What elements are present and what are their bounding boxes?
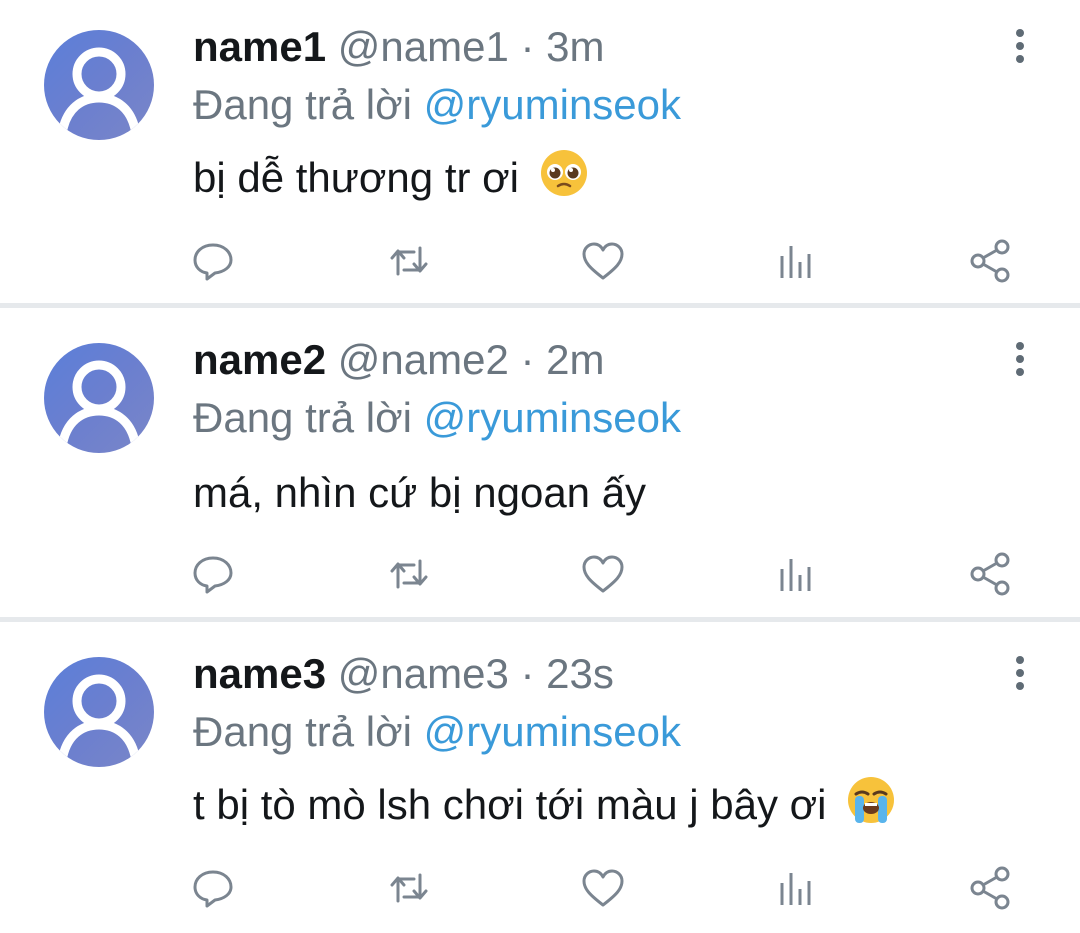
retweet-button[interactable]: [384, 863, 434, 913]
analytics-button[interactable]: [772, 236, 822, 286]
mention-link[interactable]: @ryuminseok: [424, 81, 681, 128]
tweet-text-body: má, nhìn cứ bị ngoan ấy: [193, 469, 647, 516]
retweet-icon: [390, 873, 428, 903]
default-avatar-icon: [57, 674, 141, 762]
retweet-button[interactable]: [384, 236, 434, 286]
user-handle[interactable]: @name2: [338, 336, 509, 383]
avatar[interactable]: [44, 30, 154, 140]
tweet-actions: [0, 863, 1080, 913]
tweet[interactable]: name1 @name1 · 3m Đang trả lời @ryuminse…: [0, 0, 1080, 305]
tweet-header: name1 @name1 · 3m: [193, 22, 605, 72]
retweet-icon: [390, 559, 428, 589]
more-options-button[interactable]: [1004, 653, 1036, 693]
mention-link[interactable]: @ryuminseok: [424, 394, 681, 441]
reply-icon: [193, 243, 233, 281]
reply-icon: [193, 870, 233, 908]
tweet[interactable]: name2 @name2 · 2m Đang trả lời @ryuminse…: [0, 313, 1080, 618]
replying-to-label: Đang trả lời: [193, 394, 412, 441]
user-handle[interactable]: @name3: [338, 650, 509, 697]
avatar[interactable]: [44, 657, 154, 767]
more-vertical-icon: [1016, 342, 1024, 376]
default-avatar-icon: [57, 47, 141, 135]
replies-feed: name1 @name1 · 3m Đang trả lời @ryuminse…: [0, 0, 1080, 933]
default-avatar-icon: [57, 360, 141, 448]
timestamp[interactable]: 2m: [546, 336, 604, 383]
replying-to-label: Đang trả lời: [193, 81, 412, 128]
tweet-actions: [0, 236, 1080, 286]
analytics-button[interactable]: [772, 863, 822, 913]
tweet[interactable]: name3 @name3 · 23s Đang trả lời @ryumins…: [0, 627, 1080, 933]
display-name[interactable]: name3: [193, 650, 326, 697]
share-button[interactable]: [966, 236, 1016, 286]
retweet-button[interactable]: [384, 549, 434, 599]
separator: ·: [520, 336, 535, 383]
replying-to: Đang trả lời @ryuminseok: [193, 707, 681, 757]
reply-button[interactable]: [188, 549, 238, 599]
heart-icon: [582, 555, 624, 593]
separator: ·: [520, 650, 535, 697]
more-vertical-icon: [1016, 29, 1024, 63]
avatar[interactable]: [44, 343, 154, 453]
share-icon: [970, 239, 1010, 283]
like-button[interactable]: [578, 236, 628, 286]
tweet-text: t bị tò mò lsh chơi tới màu j bây ơi: [193, 775, 896, 833]
tweet-text-body: bị dễ thương tr ơi: [193, 154, 520, 201]
display-name[interactable]: name1: [193, 23, 326, 70]
more-options-button[interactable]: [1004, 26, 1036, 66]
like-button[interactable]: [578, 549, 628, 599]
tweet-text: má, nhìn cứ bị ngoan ấy: [193, 465, 646, 521]
tweet-text-body: t bị tò mò lsh chơi tới màu j bây ơi: [193, 781, 827, 828]
replying-to-label: Đang trả lời: [193, 708, 412, 755]
share-button[interactable]: [966, 549, 1016, 599]
tweet-header: name3 @name3 · 23s: [193, 649, 614, 699]
replying-to: Đang trả lời @ryuminseok: [193, 80, 681, 130]
analytics-icon: [780, 559, 811, 591]
loudly-crying-face-emoji: [848, 777, 895, 823]
replying-to: Đang trả lời @ryuminseok: [193, 393, 681, 443]
reply-icon: [193, 556, 233, 594]
analytics-button[interactable]: [772, 549, 822, 599]
tweet-divider: [0, 303, 1080, 308]
reply-button[interactable]: [188, 236, 238, 286]
tweet-actions: [0, 549, 1080, 599]
timestamp[interactable]: 23s: [546, 650, 614, 697]
display-name[interactable]: name2: [193, 336, 326, 383]
pleading-face-emoji: [540, 150, 587, 196]
analytics-icon: [780, 873, 811, 905]
separator: ·: [520, 23, 535, 70]
share-icon: [970, 866, 1010, 910]
mention-link[interactable]: @ryuminseok: [424, 708, 681, 755]
retweet-icon: [390, 246, 428, 276]
heart-icon: [582, 869, 624, 907]
tweet-header: name2 @name2 · 2m: [193, 335, 605, 385]
share-button[interactable]: [966, 863, 1016, 913]
tweet-text: bị dễ thương tr ơi: [193, 148, 589, 206]
more-vertical-icon: [1016, 656, 1024, 690]
share-icon: [970, 552, 1010, 596]
more-options-button[interactable]: [1004, 339, 1036, 379]
analytics-icon: [780, 246, 811, 278]
like-button[interactable]: [578, 863, 628, 913]
reply-button[interactable]: [188, 863, 238, 913]
timestamp[interactable]: 3m: [546, 23, 604, 70]
tweet-divider: [0, 617, 1080, 622]
user-handle[interactable]: @name1: [338, 23, 509, 70]
heart-icon: [582, 242, 624, 280]
